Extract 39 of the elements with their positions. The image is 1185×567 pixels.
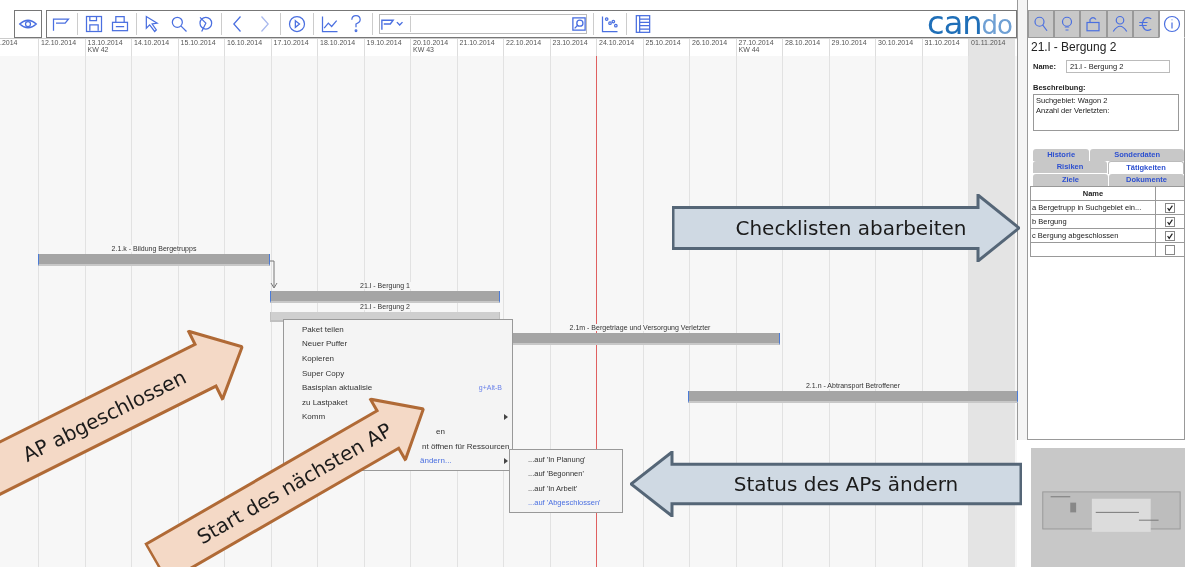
panel-tab[interactable]	[1106, 10, 1133, 38]
checkbox[interactable]	[1165, 230, 1175, 241]
play-icon[interactable]	[287, 14, 307, 34]
submenu-arrow-icon	[504, 457, 508, 464]
menu-item[interactable]: Neuer Puffer	[302, 339, 348, 349]
menu-item[interactable]: nt öffnen für Ressourcen	[422, 441, 510, 451]
info-icon	[1162, 15, 1181, 33]
callout-text: Checklisten abarbeiten	[735, 216, 967, 240]
menu-item[interactable]: Kopieren	[302, 354, 335, 363]
menu-item[interactable]: Paket teilen	[302, 324, 344, 334]
panel-tab[interactable]	[1028, 10, 1055, 38]
panel-tab[interactable]	[1054, 10, 1081, 38]
print-icon[interactable]	[110, 14, 130, 34]
search-icon[interactable]	[572, 17, 586, 31]
menu-item[interactable]: Komm	[302, 412, 326, 422]
person-icon	[1110, 15, 1129, 33]
panel-tab[interactable]	[1132, 10, 1159, 38]
list-icon[interactable]	[633, 14, 653, 34]
search-icon[interactable]	[169, 14, 189, 34]
panel-splitter[interactable]	[1017, 0, 1028, 440]
checkbox[interactable]	[1165, 202, 1175, 213]
panel-title: 21.l - Bergung 2	[1030, 40, 1118, 54]
menu-item[interactable]: Basisplan aktualisie	[302, 383, 373, 393]
callout-text: Status des APs ändern	[733, 472, 959, 496]
menu-item[interactable]: zu Lastpaket	[302, 397, 348, 407]
checkbox[interactable]	[1165, 216, 1175, 227]
lock-icon	[1084, 15, 1103, 33]
submenu-arrow-icon	[504, 413, 508, 420]
menu-item[interactable]: Super Copy	[302, 368, 345, 378]
menu-item[interactable]: ändern...	[420, 456, 452, 466]
panel-tab[interactable]	[1158, 10, 1185, 38]
panel-tab[interactable]	[1080, 10, 1107, 38]
checkbox[interactable]	[1165, 244, 1175, 255]
logo: cando	[927, 11, 1012, 37]
menu-item[interactable]: en	[436, 426, 445, 436]
scatter-chart-icon[interactable]	[600, 14, 620, 34]
filter-field[interactable]	[379, 14, 587, 34]
line-chart-icon[interactable]	[320, 14, 340, 34]
save-icon[interactable]	[84, 14, 104, 34]
